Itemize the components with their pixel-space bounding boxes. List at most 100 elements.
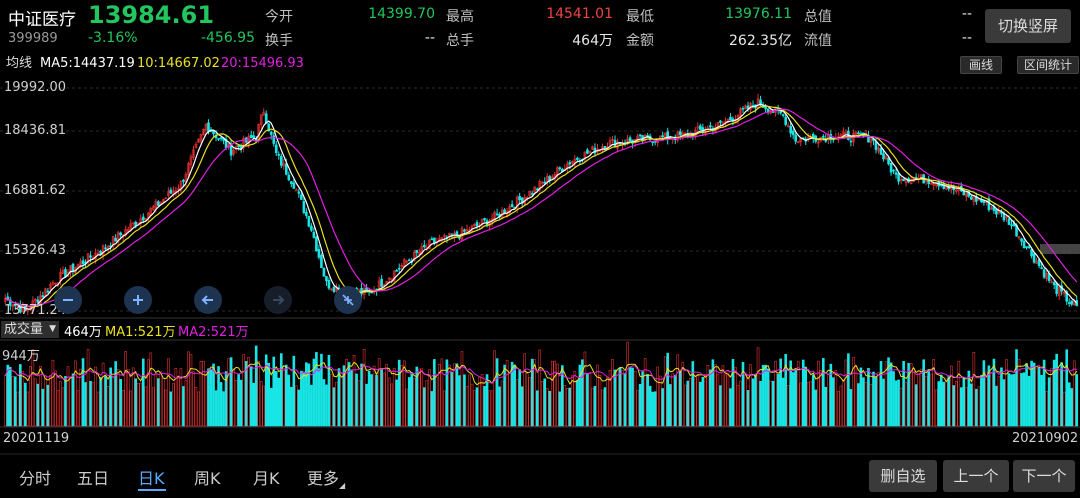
volume-bar <box>428 369 431 427</box>
volume-bar <box>1010 374 1013 427</box>
volume-bar <box>36 383 40 427</box>
volume-bar <box>573 370 577 427</box>
volume-bar <box>972 352 976 427</box>
volume-bar <box>922 359 925 427</box>
volume-bar <box>528 377 532 427</box>
zoom-in-button[interactable] <box>124 286 152 314</box>
volume-bar <box>683 384 687 427</box>
volume-bar <box>867 368 870 427</box>
candle-body <box>781 114 785 116</box>
volume-bar <box>126 369 130 427</box>
volume-bar <box>257 360 261 427</box>
volume-bar <box>1057 369 1061 427</box>
candle-body <box>764 106 767 110</box>
volume-bar <box>387 377 391 427</box>
tab-five-day[interactable]: 五日 <box>77 465 109 489</box>
volume-bar <box>854 366 858 427</box>
volume-bar <box>1030 360 1033 427</box>
volume-bar <box>799 382 803 427</box>
scroll-right-button[interactable] <box>264 286 292 314</box>
volume-bar <box>1022 372 1026 427</box>
volume-bar <box>794 368 798 427</box>
volume-bar <box>673 374 677 427</box>
tab-monthly-k[interactable]: 月K <box>253 465 280 489</box>
volume-bar <box>859 367 863 427</box>
candle-body <box>332 286 336 292</box>
end-date: 20210902 <box>1012 431 1079 446</box>
kline-chart[interactable] <box>0 0 1080 498</box>
volume-bar <box>942 381 946 427</box>
volume-bar <box>46 384 50 427</box>
volume-bar <box>827 373 830 427</box>
candle-body <box>297 191 301 194</box>
volume-bar <box>204 373 208 427</box>
volume-indicator-select[interactable]: 成交量 ▼ <box>1 321 59 338</box>
start-date: 20201119 <box>3 431 70 446</box>
volume-bar <box>538 349 542 427</box>
volume-bar <box>914 384 918 427</box>
volume-bar <box>623 373 627 427</box>
volume-bar <box>162 377 165 427</box>
volume-bar <box>696 375 700 427</box>
volume-bar <box>821 358 825 427</box>
volume-bar <box>709 369 712 427</box>
volume-bar <box>269 387 273 427</box>
volume-bar <box>809 380 813 427</box>
candle-body <box>628 137 632 142</box>
tab-intraday[interactable]: 分时 <box>19 465 51 489</box>
candle-body <box>46 290 50 293</box>
volume-bar <box>89 381 92 427</box>
candle-body <box>315 236 318 252</box>
volume-bar <box>254 345 258 427</box>
volume-bar <box>61 387 65 427</box>
volume-bar <box>877 372 880 427</box>
volume-bar <box>897 379 900 427</box>
volume-bar <box>766 368 770 427</box>
volume-bar <box>184 380 188 427</box>
candle-body <box>134 221 138 227</box>
volume-bar <box>811 374 815 427</box>
candle-body <box>1027 246 1031 249</box>
next-button[interactable]: 下一个 <box>1013 460 1075 492</box>
volume-bar <box>668 384 672 427</box>
zoom-out-button[interactable] <box>54 286 82 314</box>
candle-body <box>1067 302 1071 304</box>
fullscreen-button[interactable] <box>334 286 362 314</box>
volume-bar <box>746 390 750 427</box>
candle-body <box>543 181 547 184</box>
volume-bar <box>832 377 835 427</box>
volume-bar <box>51 359 55 427</box>
volume-bar <box>857 383 860 427</box>
volume-bar <box>1015 349 1018 427</box>
candle-body <box>510 204 514 208</box>
candle-body <box>423 244 426 248</box>
tab-weekly-k[interactable]: 周K <box>194 465 221 489</box>
candle-body <box>395 270 399 272</box>
remove-watchlist-button[interactable]: 删自选 <box>869 460 937 492</box>
tab-daily-k[interactable]: 日K <box>138 465 165 489</box>
volume-bar <box>352 354 356 427</box>
ma10-line <box>5 105 1078 308</box>
volume-bar <box>641 371 644 427</box>
volume-bar <box>726 369 730 427</box>
candle-body <box>169 189 173 194</box>
volume-bar <box>721 365 725 427</box>
volume-bar <box>490 390 494 427</box>
candle-body <box>970 196 973 200</box>
previous-button[interactable]: 上一个 <box>943 460 1009 492</box>
volume-bar <box>367 370 371 427</box>
volume-bar <box>435 377 439 427</box>
tab-more[interactable]: 更多◢ <box>307 465 345 490</box>
candle-body <box>310 225 313 231</box>
volume-bar <box>66 366 70 427</box>
volume-bar <box>194 387 198 427</box>
scroll-left-button[interactable] <box>194 286 222 314</box>
volume-bar <box>69 376 72 427</box>
last-price-marker <box>1040 244 1080 254</box>
volume-bar <box>131 367 135 427</box>
candle-body <box>1022 240 1026 249</box>
candle-body <box>290 181 293 184</box>
candle-body <box>821 136 825 138</box>
volume-bar <box>337 368 341 427</box>
volume-bar <box>259 381 263 427</box>
